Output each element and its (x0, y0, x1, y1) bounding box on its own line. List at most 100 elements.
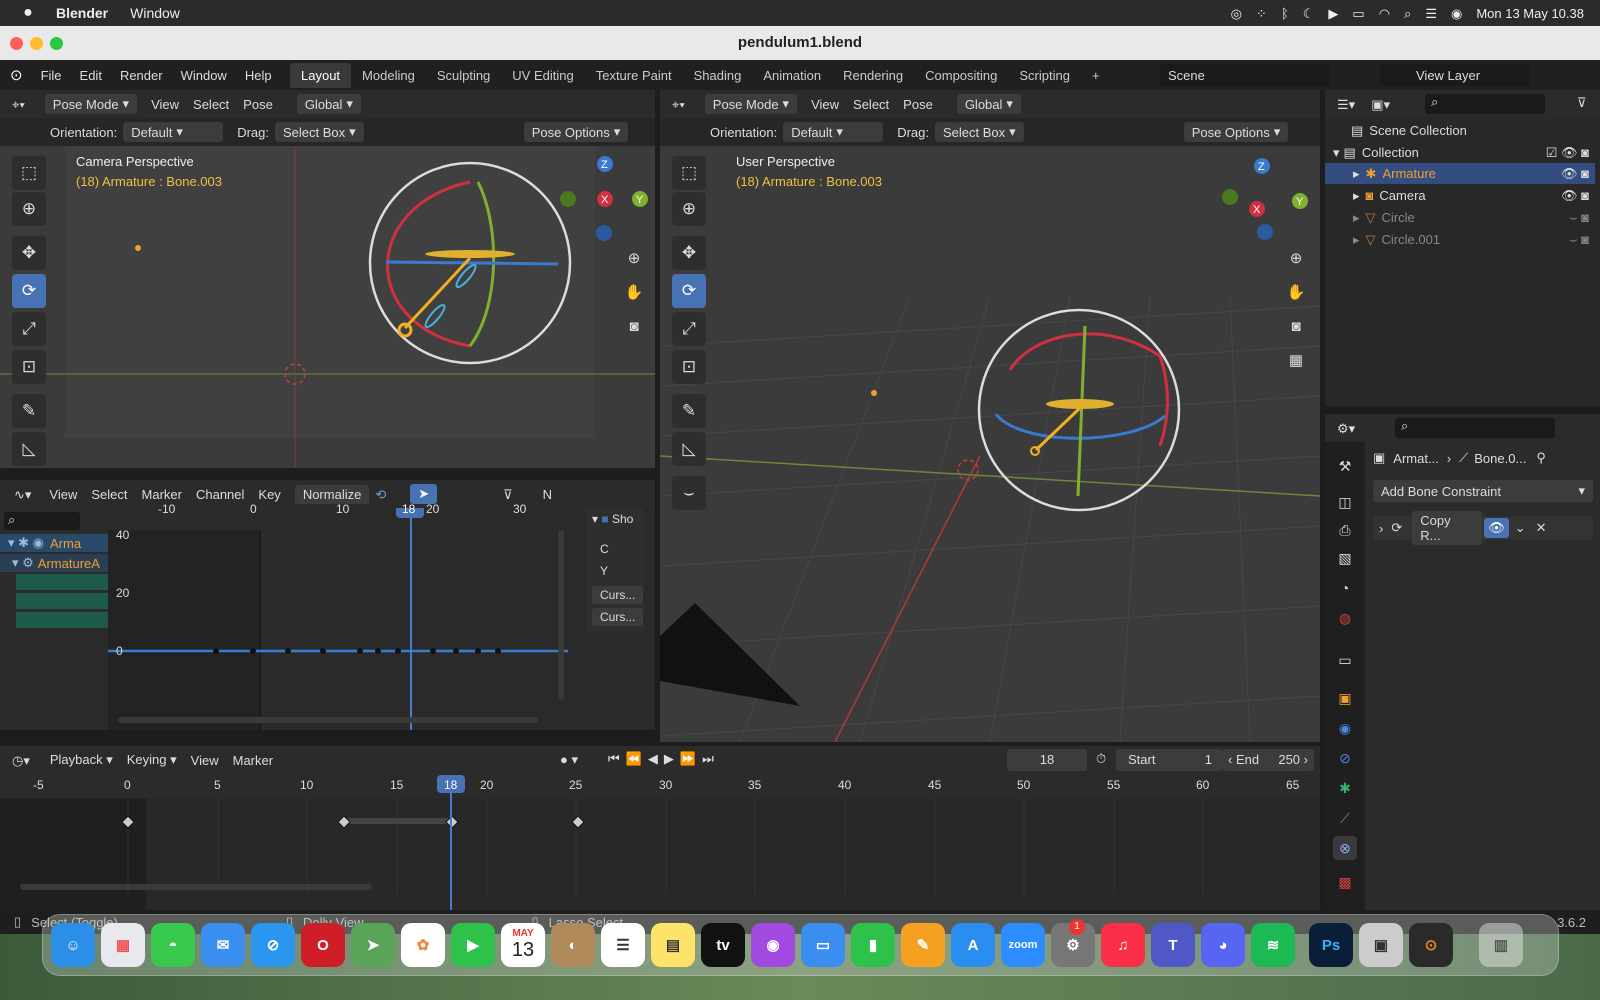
pan-hand-icon[interactable]: ✋ (1282, 278, 1310, 306)
outliner-item-circle[interactable]: ▸ ▽ Circle ⌣ ◙ (1325, 207, 1595, 228)
channel-group-1[interactable] (16, 574, 108, 590)
texture-tab-icon[interactable]: ▩ (1333, 870, 1357, 894)
blender-logo-icon[interactable]: ⊙ (10, 68, 23, 83)
display-mode-icon[interactable]: ▣▾ (1371, 98, 1390, 111)
transform-orientation[interactable]: Global ▾ (956, 94, 1021, 114)
stopwatch-icon[interactable]: ⏱ (1096, 751, 1106, 767)
constraint-tab-icon[interactable]: ⊘ (1333, 746, 1357, 770)
menu-help[interactable]: Help (245, 68, 272, 83)
launchpad-icon[interactable]: ▦ (101, 923, 145, 967)
teams-icon[interactable]: T (1151, 923, 1195, 967)
trash-icon[interactable]: ▥ (1479, 923, 1523, 967)
visibility-icons[interactable]: 👁 ◙ (1561, 166, 1589, 182)
menu-edit[interactable]: Edit (80, 68, 102, 83)
bluetooth-icon[interactable]: ᛒ (1281, 7, 1289, 20)
timeline[interactable]: -5 0 5 10 15 20 25 30 35 40 45 50 55 60 … (0, 774, 1320, 910)
outliner-item-camera[interactable]: ▸ ◙ Camera 👁 ◙ (1325, 185, 1595, 206)
select-tool-icon[interactable]: ⬚ (12, 156, 46, 190)
tab-scripting[interactable]: Scripting (1008, 63, 1081, 88)
zoom-icon[interactable]: ⊕ (620, 244, 648, 272)
scene-tab-icon[interactable]: ◔ (1333, 576, 1357, 600)
filter-icon[interactable]: ⊽ (503, 488, 513, 501)
pose-options-dropdown[interactable]: Pose Options ▾ (523, 122, 629, 142)
menu-select[interactable]: Select (193, 97, 229, 112)
menu-pose[interactable]: Pose (243, 97, 273, 112)
breadcrumb-object[interactable]: Armat... (1393, 451, 1439, 466)
add-workspace-icon[interactable]: + (1081, 63, 1111, 88)
transform-tool-icon[interactable]: ⊡ (672, 350, 706, 384)
collection-tab-icon[interactable]: ▭ (1333, 648, 1357, 672)
apple-icon[interactable]: ● (18, 5, 38, 21)
menu-playback[interactable]: Playback ▾ (50, 752, 113, 768)
tab-modeling[interactable]: Modeling (351, 63, 426, 88)
menu-keying[interactable]: Keying ▾ (127, 752, 177, 768)
auto-normalize-icon[interactable]: ⟲ (375, 488, 386, 501)
end-frame-field[interactable]: ‹ End 250 › (1222, 749, 1314, 771)
camera-view-icon[interactable]: ◙ (620, 312, 648, 340)
eye-icon[interactable]: 👁 (1484, 518, 1509, 538)
opera-icon[interactable]: O (301, 923, 345, 967)
menu-view[interactable]: View (191, 753, 219, 768)
control-center-icon[interactable]: ☰ (1425, 7, 1437, 20)
menu-key[interactable]: Key (258, 487, 280, 502)
podcasts-icon[interactable]: ◉ (751, 923, 795, 967)
channel-armature[interactable]: ▾ ✱ ◉ Arma (0, 534, 108, 552)
visibility-icons[interactable]: 👁 ◙ (1561, 188, 1589, 204)
photoshop-icon[interactable]: Ps (1309, 923, 1353, 967)
mode-selector[interactable]: Pose Mode ▾ (44, 94, 138, 114)
playback-controls[interactable]: ⏮⏪◀▶⏩⏭ (608, 751, 720, 767)
spotlight-search-icon[interactable]: ⌕ (1404, 7, 1411, 20)
battery-icon[interactable]: ▭ (1352, 7, 1364, 20)
menu-select[interactable]: Select (91, 487, 127, 502)
menu-window[interactable]: Window (181, 68, 227, 83)
visibility-icons[interactable]: ☑ 👁 ◙ (1546, 145, 1589, 161)
menu-view[interactable]: View (151, 97, 179, 112)
maps-icon[interactable]: ➤ (351, 923, 395, 967)
outliner-item-circle-001[interactable]: ▸ ▽ Circle.001 ⌣ ◙ (1325, 229, 1595, 250)
photos-icon[interactable]: ✿ (401, 923, 445, 967)
apple-tv-icon[interactable]: tv (701, 923, 745, 967)
transform-tool-icon[interactable]: ⊡ (12, 350, 46, 384)
outliner-search-input[interactable]: ⌕ (1425, 94, 1545, 114)
safari-icon[interactable]: ⊘ (251, 923, 295, 967)
constraint-name-field[interactable]: Copy R... (1412, 511, 1483, 545)
move-tool-icon[interactable]: ✥ (12, 236, 46, 270)
messages-icon[interactable]: ◓ (151, 923, 195, 967)
zoom-window-button[interactable] (50, 37, 63, 50)
outliner-item-armature[interactable]: ▸ ✱ Armature 👁 ◙ (1325, 163, 1595, 184)
channel-search-input[interactable]: ⌕ (4, 512, 80, 530)
perspective-toggle-icon[interactable]: ▦ (1282, 346, 1310, 374)
view-layer-tab-icon[interactable]: ▧ (1333, 546, 1357, 570)
properties-search-input[interactable]: ⌕ (1395, 418, 1555, 438)
menu-view[interactable]: View (49, 487, 77, 502)
discord-icon[interactable]: ◕ (1201, 923, 1245, 967)
close-window-button[interactable] (10, 37, 23, 50)
breadcrumb-bone[interactable]: Bone.0... (1474, 451, 1526, 466)
pages-icon[interactable]: ✎ (901, 923, 945, 967)
minimize-window-button[interactable] (30, 37, 43, 50)
facetime-icon[interactable]: ▶ (451, 923, 495, 967)
bone-constraint-tab-icon[interactable]: ⊗ (1333, 836, 1357, 860)
show-checkbox[interactable]: ▾ ■ Sho (592, 512, 644, 526)
outliner-type-icon[interactable]: ☰▾ (1337, 98, 1355, 111)
zoom-app-icon[interactable]: zoom (1001, 923, 1045, 967)
pan-hand-icon[interactable]: ✋ (620, 278, 648, 306)
tab-sculpting[interactable]: Sculpting (426, 63, 501, 88)
play-icon[interactable]: ▶ (1328, 7, 1338, 20)
tab-animation[interactable]: Animation (752, 63, 832, 88)
visibility-icons[interactable]: ⌣ ◙ (1569, 210, 1589, 226)
reminders-icon[interactable]: ☰ (601, 923, 645, 967)
spotify-icon[interactable]: ≋ (1251, 923, 1295, 967)
add-bone-constraint-dropdown[interactable]: Add Bone Constraint ▾ (1373, 480, 1593, 502)
scale-tool-icon[interactable]: ⤢ (12, 312, 46, 346)
drag-dropdown[interactable]: Select Box ▾ (935, 122, 1024, 142)
blender-icon[interactable]: ⊙ (1409, 923, 1453, 967)
record-icon[interactable]: ● ▾ (560, 752, 578, 768)
tab-compositing[interactable]: Compositing (914, 63, 1008, 88)
graph-current-frame[interactable]: 18 (402, 502, 415, 516)
menu-view[interactable]: View (811, 97, 839, 112)
datetime[interactable]: Mon 13 May 10.38 (1476, 6, 1584, 21)
timeline-type-icon[interactable]: ◷▾ (12, 754, 30, 767)
preview-icon[interactable]: ▣ (1359, 923, 1403, 967)
move-tool-icon[interactable]: ✥ (672, 236, 706, 270)
